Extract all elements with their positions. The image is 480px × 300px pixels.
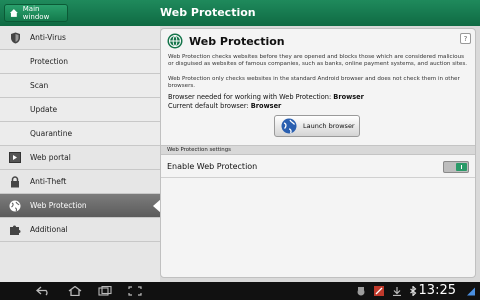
launch-browser-label: Launch browser xyxy=(303,122,355,130)
description-text: Web Protection checks websites before th… xyxy=(168,54,468,67)
puzzle-icon xyxy=(8,223,22,237)
home-nav-icon[interactable] xyxy=(68,286,82,296)
browser-needed-value: Browser xyxy=(333,93,364,101)
title-bar: Main window Web Protection xyxy=(0,0,480,26)
sidebar-item-quarantine[interactable]: Quarantine xyxy=(0,122,160,146)
page-title: Web Protection xyxy=(160,6,256,19)
panel-title: Web Protection xyxy=(189,34,285,48)
sidebar-item-label: Update xyxy=(30,105,58,114)
browser-globe-icon xyxy=(281,118,297,134)
sidebar-item-web-portal[interactable]: Web portal xyxy=(0,146,160,170)
sidebar: Anti-Virus Protection Scan Update Quaran… xyxy=(0,26,161,282)
panel-header: Web Protection xyxy=(167,33,285,49)
recent-apps-icon[interactable] xyxy=(98,286,112,296)
system-navigation-bar: 13:25 xyxy=(0,282,480,300)
download-icon xyxy=(393,287,401,296)
sidebar-item-label: Protection xyxy=(30,57,68,66)
sidebar-item-label: Web Protection xyxy=(30,201,87,210)
browser-note-text: Web Protection only checks websites in t… xyxy=(168,76,460,89)
clock-time: 13:25 xyxy=(418,283,456,298)
back-icon[interactable] xyxy=(36,286,50,296)
sidebar-item-anti-theft[interactable]: Anti-Theft xyxy=(0,170,160,194)
sidebar-item-scan[interactable]: Scan xyxy=(0,74,160,98)
shield-icon xyxy=(8,31,22,45)
default-browser-row: Current default browser: Browser xyxy=(168,102,281,110)
sidebar-item-update[interactable]: Update xyxy=(0,98,160,122)
bluetooth-icon xyxy=(410,286,417,296)
browser-needed-label: Browser needed for working with Web Prot… xyxy=(168,93,332,101)
sidebar-item-label: Anti-Virus xyxy=(30,33,66,42)
sidebar-item-web-protection[interactable]: Web Protection xyxy=(0,194,161,218)
sidebar-item-anti-virus[interactable]: Anti-Virus xyxy=(0,26,160,50)
default-browser-value: Browser xyxy=(250,102,282,110)
enable-web-protection-row[interactable]: Enable Web Protection xyxy=(161,156,475,178)
web-protection-panel: Web Protection ? Web Protection checks w… xyxy=(160,28,476,278)
sidebar-item-label: Anti-Theft xyxy=(30,177,67,186)
toggle-knob xyxy=(456,163,467,171)
wifi-signal-icon xyxy=(467,287,475,296)
sidebar-item-label: Additional xyxy=(30,225,68,234)
sidebar-item-label: Web portal xyxy=(30,153,71,162)
web-portal-icon xyxy=(8,151,22,165)
kaspersky-notification-icon xyxy=(374,286,384,296)
app-notification-icon xyxy=(357,287,365,296)
enable-web-protection-toggle[interactable] xyxy=(443,161,469,173)
help-button[interactable]: ? xyxy=(460,33,471,44)
web-protection-logo-icon xyxy=(167,33,183,49)
sidebar-item-label: Quarantine xyxy=(30,129,73,138)
settings-section-header: Web Protection settings xyxy=(161,145,475,155)
main-window-button[interactable]: Main window xyxy=(4,4,68,22)
browser-needed-row: Browser needed for working with Web Prot… xyxy=(168,93,364,101)
screenshot-icon[interactable] xyxy=(128,286,142,296)
home-icon xyxy=(9,9,18,17)
enable-web-protection-label: Enable Web Protection xyxy=(167,162,258,171)
launch-browser-button[interactable]: Launch browser xyxy=(274,115,360,137)
lock-icon xyxy=(8,175,22,189)
globe-icon xyxy=(8,199,22,213)
sidebar-item-label: Scan xyxy=(30,81,49,90)
default-browser-label: Current default browser: xyxy=(168,102,249,110)
sidebar-item-additional[interactable]: Additional xyxy=(0,218,160,242)
main-window-label: Main window xyxy=(22,5,50,21)
sidebar-item-protection[interactable]: Protection xyxy=(0,50,160,74)
